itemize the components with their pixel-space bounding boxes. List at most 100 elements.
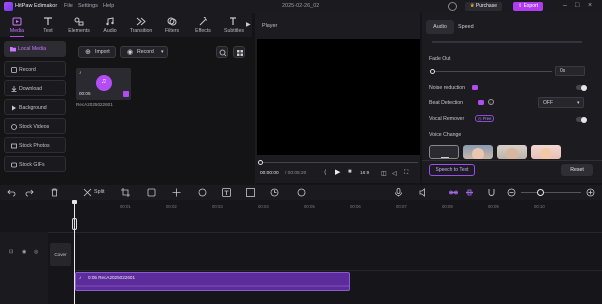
sidebar-item-stock-gifs[interactable]: Stock GIFs xyxy=(4,156,66,172)
snap-icon[interactable] xyxy=(465,188,474,197)
redo-icon[interactable] xyxy=(25,188,34,197)
sidebar-item-local-media[interactable]: Local Media xyxy=(4,41,66,57)
tab-audio[interactable]: Audio xyxy=(95,13,125,37)
aspect-ratio-dropdown[interactable]: 16:9 xyxy=(360,171,369,176)
app-logo-icon xyxy=(4,2,13,11)
menu-help[interactable]: Help xyxy=(103,3,114,9)
tab-speed-properties[interactable]: Speed xyxy=(458,20,474,34)
record-label: Record xyxy=(137,49,154,55)
split-label[interactable]: Split xyxy=(94,189,105,195)
reset-button[interactable]: Reset xyxy=(561,164,593,176)
fade-out-slider[interactable] xyxy=(430,69,552,74)
marker-icon[interactable] xyxy=(147,188,156,197)
tab-filters[interactable]: Filters xyxy=(157,13,187,37)
zoom-slider[interactable] xyxy=(521,192,581,193)
sidebar-item-background[interactable]: Background xyxy=(4,99,66,115)
beat-detection-select[interactable]: OFF ▾ xyxy=(538,97,584,108)
zoom-in-icon[interactable] xyxy=(586,188,595,197)
menu-settings[interactable]: Settings xyxy=(78,3,98,9)
account-icon[interactable] xyxy=(448,2,457,11)
zoom-out-icon[interactable] xyxy=(507,188,516,197)
noise-reduction-toggle[interactable] xyxy=(576,84,587,91)
time-ruler[interactable]: 00:01 00:02 00:03 00:04 00:05 00:06 00:0… xyxy=(75,200,602,210)
crop-icon[interactable] xyxy=(121,188,130,197)
stop-icon[interactable]: ■ xyxy=(348,169,352,175)
maximize-icon[interactable]: □ xyxy=(575,2,579,10)
record-dropdown[interactable]: ◉ Record ▾ xyxy=(120,46,168,58)
audio-properties-panel: Audio Speed Fade Out 0s Noise reduction … xyxy=(422,13,602,183)
fade-out-handle[interactable] xyxy=(430,69,435,74)
voice-option-none[interactable] xyxy=(429,145,459,159)
vocal-remover-toggle[interactable] xyxy=(576,116,587,123)
player-screen[interactable] xyxy=(257,39,420,155)
microphone-icon[interactable] xyxy=(394,188,403,197)
transform-icon[interactable] xyxy=(246,188,255,197)
ruler-tick: 00:06 xyxy=(350,204,361,209)
eye-icon[interactable]: ◉ xyxy=(22,249,26,255)
sidebar-item-label: Record xyxy=(19,67,36,73)
voice-option-3[interactable] xyxy=(531,145,561,159)
mute-icon[interactable]: ◎ xyxy=(34,249,38,255)
freeze-icon[interactable] xyxy=(172,188,181,197)
tab-text-label: Text xyxy=(43,28,53,34)
duration-icon[interactable] xyxy=(270,188,279,197)
audio-track-clip[interactable]: ♪ 0:05 RecA2025022601 xyxy=(75,272,350,291)
tab-text[interactable]: Text xyxy=(33,13,63,37)
voice-option-1[interactable] xyxy=(463,145,493,159)
clip-check-icon[interactable] xyxy=(123,91,129,97)
tab-audio-properties[interactable]: Audio xyxy=(426,20,454,34)
cover-thumbnail[interactable]: Cover xyxy=(50,243,71,266)
ruler-tick: 00:03 xyxy=(212,204,223,209)
text-box-icon[interactable] xyxy=(222,188,231,197)
undo-icon[interactable] xyxy=(7,188,16,197)
tabs-next-icon[interactable]: ▶ xyxy=(246,21,251,28)
tab-elements[interactable]: Elements xyxy=(64,13,94,37)
voiceover-icon[interactable] xyxy=(419,188,428,197)
voice-option-2[interactable] xyxy=(497,145,527,159)
sidebar-item-download[interactable]: Download xyxy=(4,80,66,96)
playhead-handle[interactable] xyxy=(72,200,77,204)
tab-transition[interactable]: Transition xyxy=(126,13,156,37)
snapshot-icon[interactable]: ◫ xyxy=(381,170,387,177)
menu-file[interactable]: File xyxy=(64,3,73,9)
tab-subtitles[interactable]: Subtitles xyxy=(219,13,249,37)
search-button[interactable] xyxy=(216,46,228,58)
fullscreen-icon[interactable]: ⛶ xyxy=(404,170,408,177)
delete-icon[interactable] xyxy=(50,188,59,197)
import-button[interactable]: ⊕ Import xyxy=(78,46,116,58)
track-divider xyxy=(75,270,602,271)
player-scrubber[interactable] xyxy=(260,162,418,163)
fade-out-value[interactable]: 0s xyxy=(555,66,585,76)
tab-media[interactable]: Media xyxy=(2,13,32,37)
minimize-icon[interactable]: – xyxy=(563,2,567,10)
sidebar-item-stock-photos[interactable]: Stock Photos xyxy=(4,137,66,153)
tab-transition-label: Transition xyxy=(129,28,153,34)
grid-view-button[interactable] xyxy=(233,46,245,58)
sidebar-item-stock-videos[interactable]: Stock Videos xyxy=(4,118,66,134)
split-icon[interactable] xyxy=(83,188,92,197)
sidebar-item-record[interactable]: Record xyxy=(4,61,66,77)
track-divider xyxy=(48,232,602,233)
color-icon[interactable] xyxy=(297,188,306,197)
purchase-button[interactable]: ♛ Purchase xyxy=(465,2,502,11)
media-clip[interactable]: ♪ ♫ 00:05 xyxy=(76,68,131,100)
link-icon[interactable] xyxy=(449,188,458,197)
info-icon[interactable]: i xyxy=(488,99,494,105)
time-total: / 00:05:20 xyxy=(285,171,307,176)
lock-icon[interactable]: ⊡ xyxy=(9,249,13,255)
video-icon xyxy=(11,124,17,130)
volume-icon[interactable]: ◁ xyxy=(392,170,397,177)
speed-icon[interactable] xyxy=(198,188,207,197)
playhead[interactable] xyxy=(74,200,75,304)
tab-effects[interactable]: Effects xyxy=(188,13,218,37)
fade-in-slider[interactable] xyxy=(432,41,582,43)
prev-frame-icon[interactable]: ⟨ xyxy=(324,169,326,176)
export-button[interactable]: ⇪ Export xyxy=(513,2,544,11)
playhead-marker[interactable] xyxy=(72,218,77,230)
scrubber-handle[interactable] xyxy=(258,160,263,165)
magnet-icon[interactable] xyxy=(487,188,496,197)
play-icon[interactable]: ▶ xyxy=(335,168,340,176)
close-icon[interactable]: × xyxy=(588,2,592,10)
speech-to-text-button[interactable]: Speech to Text xyxy=(429,164,475,176)
zoom-handle[interactable] xyxy=(537,189,544,196)
